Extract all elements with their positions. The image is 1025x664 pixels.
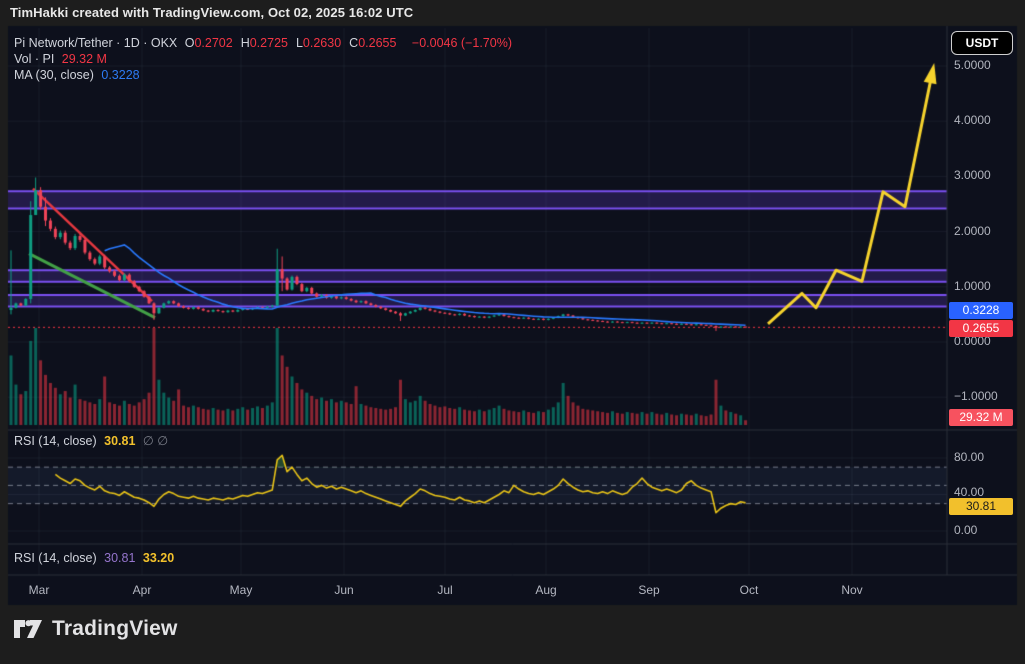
ohlc-values: O0.2702 H0.2725 L0.2630 C0.2655 [185,36,405,50]
axis-tick: 80.00 [954,450,984,464]
axis-tick: −1.0000 [954,389,998,403]
ohlc-O: O0.2702 [185,36,237,50]
change-value: −0.0046 (−1.70%) [412,36,512,50]
time-axis-month: May [230,583,253,597]
time-axis-month: Mar [29,583,50,597]
time-axis-month: Sep [638,583,659,597]
symbol-legend-row[interactable]: Pi Network/Tether · 1D · OKX O0.2702 H0.2… [14,36,516,51]
rsi2-value-1: 30.81 [104,551,135,565]
time-axis-month: Aug [535,583,556,597]
rsi-value: 30.81 [104,434,135,448]
volume-value: 29.32 M [62,52,107,66]
time-axis-month: Nov [841,583,862,597]
rsi-hidden-plots: ∅ ∅ [143,434,168,448]
time-axis-month: Oct [740,583,759,597]
volume-label: Vol · PI [14,52,54,66]
axis-tick: 4.0000 [954,113,991,127]
ohlc-H: H0.2725 [241,36,292,50]
axis-tick: 1.0000 [954,279,991,293]
symbol-name: Pi Network/Tether · 1D · OKX [14,36,177,50]
tradingview-snapshot: TimHakki created with TradingView.com, O… [0,0,1025,664]
axis-tick: 3.0000 [954,168,991,182]
ohlc-C: C0.2655 [349,36,400,50]
axis-price-chip: 29.32 M [949,409,1013,426]
rsi2-label: RSI (14, close) [14,551,97,565]
time-axis-month: Apr [133,583,152,597]
axis-price-chip: 0.3228 [949,302,1013,319]
axis-tick: 0.00 [954,523,977,537]
ma-legend-row[interactable]: MA (30, close) 0.3228 [14,68,144,83]
ohlc-L: L0.2630 [296,36,345,50]
ma-value: 0.3228 [101,68,139,82]
axis-price-chip: 30.81 [949,498,1013,515]
currency-toggle-button[interactable]: USDT [951,31,1013,55]
tradingview-logo[interactable]: TradingView [13,616,178,642]
rsi-label: RSI (14, close) [14,434,97,448]
axis-tick: 5.0000 [954,58,991,72]
rsi2-value-2: 33.20 [143,551,174,565]
rsi-legend-row[interactable]: RSI (14, close) 30.81 ∅ ∅ [14,433,172,448]
rsi2-legend-row[interactable]: RSI (14, close) 30.81 33.20 [14,551,178,566]
tradingview-wordmark: TradingView [52,617,178,641]
axis-tick: 40.00 [954,485,984,499]
time-axis-month: Jul [437,583,452,597]
time-axis-month: Jun [334,583,353,597]
axis-price-chip: 0.2655 [949,320,1013,337]
snapshot-title: TimHakki created with TradingView.com, O… [0,0,1025,26]
tradingview-mark-icon [13,616,43,642]
axis-tick: 2.0000 [954,224,991,238]
volume-legend-row[interactable]: Vol · PI 29.32 M [14,52,111,67]
ma-label: MA (30, close) [14,68,94,82]
